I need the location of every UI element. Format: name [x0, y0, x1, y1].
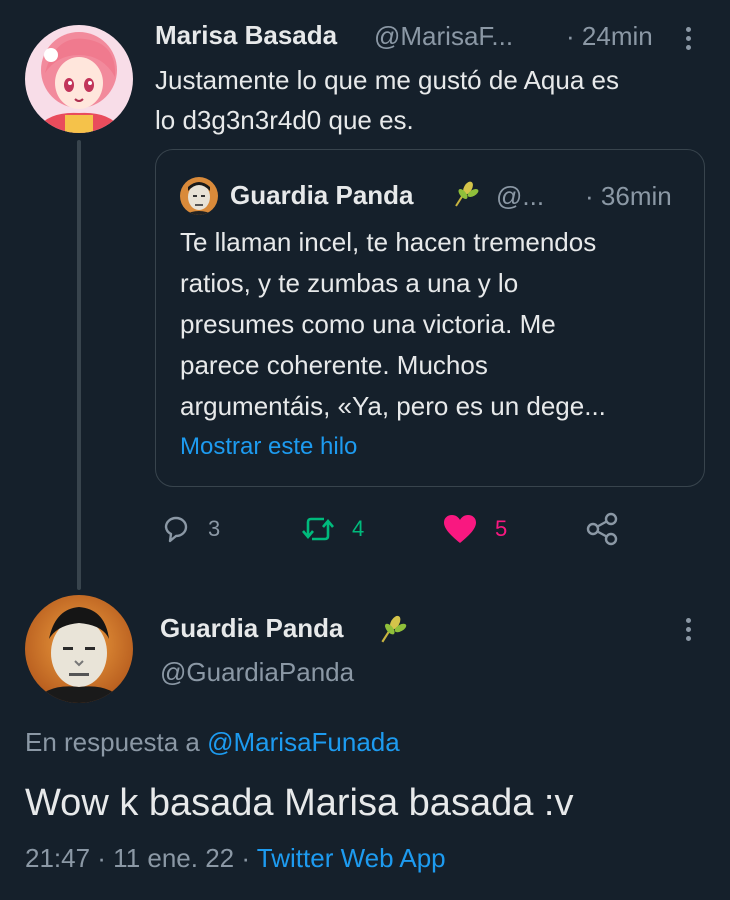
avatar-guardia-panda[interactable]	[25, 595, 133, 703]
tweet1-more-icon[interactable]	[686, 27, 692, 54]
tweet1-text-line: Justamente lo que me gustó de Aqua es	[155, 65, 619, 95]
quote-text-line: ratios, y te zumbas a una y lo	[180, 268, 519, 298]
tweet2-author-name[interactable]: Guardia Panda	[160, 613, 344, 644]
tweet2-handle[interactable]: @GuardiaPanda	[160, 657, 354, 688]
tweet2-meta: 21:47 · 11 ene. 22 · Twitter Web App	[25, 843, 446, 874]
show-thread-link[interactable]: Mostrar este hilo	[180, 433, 357, 461]
tweet2-more-icon[interactable]	[686, 618, 692, 645]
retweet-icon[interactable]	[298, 514, 338, 544]
reply-count: 3	[208, 516, 221, 541]
retweet-count: 4	[352, 516, 365, 541]
quote-author-avatar[interactable]	[180, 177, 218, 215]
reply-context: En respuesta a @MarisaFunada	[25, 727, 400, 758]
quote-timestamp[interactable]: · 36min	[585, 181, 672, 212]
quote-text-line: parece coherente. Muchos	[180, 350, 488, 380]
tweet2-source-link[interactable]: Twitter Web App	[257, 843, 446, 873]
reply-prefix: En respuesta a	[25, 727, 200, 757]
tweet1-handle[interactable]: @MarisaF...	[374, 21, 513, 52]
tweet1-author-name[interactable]: Marisa Basada	[155, 20, 337, 51]
quote-text-line: argumentáis, «Ya, pero es un dege...	[180, 391, 606, 421]
avatar-marisa[interactable]	[25, 25, 133, 133]
tweet2-timestamp[interactable]: 21:47 · 11 ene. 22 ·	[25, 843, 250, 873]
reply-mention-link[interactable]: @MarisaFunada	[207, 727, 400, 757]
quote-text: Te llaman incel, te hacen tremendos rati…	[180, 222, 680, 427]
thread-line	[77, 140, 81, 590]
tweet1-text: Justamente lo que me gustó de Aqua es lo…	[155, 60, 695, 140]
quote-author-handle[interactable]: @...	[496, 181, 544, 212]
heart-icon[interactable]	[443, 514, 477, 544]
quote-author-name[interactable]: Guardia Panda	[230, 180, 414, 211]
like-count: 5	[495, 516, 508, 541]
quote-text-line: Te llaman incel, te hacen tremendos	[180, 227, 597, 257]
wheat-icon	[381, 615, 407, 643]
tweet2-text: Wow k basada Marisa basada :v	[25, 782, 574, 824]
wheat-icon	[455, 181, 479, 207]
man-portrait-avatar	[180, 177, 218, 215]
share-icon[interactable]	[584, 511, 620, 547]
man-portrait-avatar	[25, 595, 133, 703]
reply-icon[interactable]	[160, 513, 192, 545]
quote-text-line: presumes como una victoria. Me	[180, 309, 556, 339]
anime-girl-avatar	[25, 25, 133, 133]
tweet1-text-line: lo d3g3n3r4d0 que es.	[155, 105, 414, 135]
tweet1-timestamp[interactable]: · 24min	[566, 21, 653, 52]
